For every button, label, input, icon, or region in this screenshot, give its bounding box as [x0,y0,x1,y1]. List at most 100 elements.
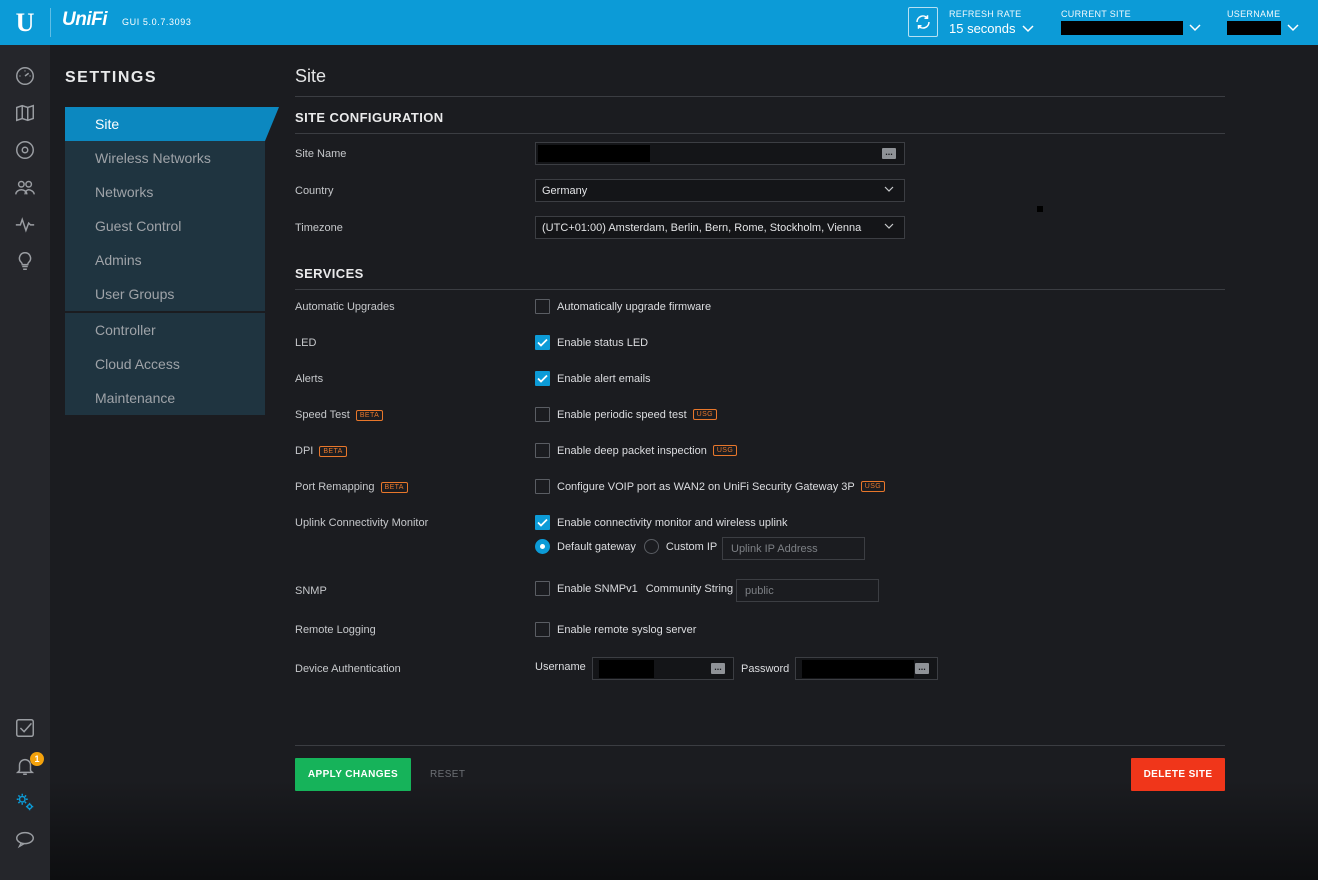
usg-badge: USG [860,481,886,492]
settings-item-guest-control[interactable]: Guest Control [65,209,265,243]
site-name-label: Site Name [295,148,347,160]
country-select[interactable]: Germany [535,179,905,202]
settings-title: SETTINGS [65,69,158,86]
user-menu[interactable]: USERNAME [1227,9,1299,35]
dashboard-icon[interactable] [13,64,37,88]
default-gateway-radio[interactable] [535,539,550,554]
reset-button[interactable]: RESET [430,769,465,780]
settings-item-wireless-networks[interactable]: Wireless Networks [65,141,265,175]
dpi-text: Enable deep packet inspection [557,444,707,457]
usg-badge: USG [692,409,718,420]
delete-site-button[interactable]: DELETE SITE [1131,758,1225,791]
snmp-label: SNMP [295,585,327,597]
chevron-down-icon [1189,24,1201,32]
port-remapping-checkbox[interactable] [535,479,550,494]
apply-changes-button[interactable]: APPLY CHANGES [295,758,411,791]
timezone-select[interactable]: (UTC+01:00) Amsterdam, Berlin, Bern, Rom… [535,216,905,239]
divider [295,96,1225,97]
settings-item-site[interactable]: Site [65,107,279,141]
current-site-selector[interactable]: CURRENT SITE [1061,9,1201,35]
port-remapping-label-text: Port Remapping [295,481,375,493]
divider [295,133,1225,134]
device-auth-label: Device Authentication [295,663,401,675]
community-string-label: Community String [645,582,734,595]
clients-icon[interactable] [13,175,37,199]
auto-upgrade-checkbox[interactable] [535,299,550,314]
uplink-mode-radios: Default gateway Custom IP [535,539,717,554]
more-options-icon[interactable]: ... [915,663,929,674]
statistics-icon[interactable] [13,212,37,236]
insights-icon[interactable] [13,249,37,273]
snmp-checkbox[interactable] [535,581,550,596]
country-value: Germany [542,184,588,197]
beta-badge: BETA [355,409,384,421]
site-name-value-redacted [538,145,650,162]
default-gateway-text: Default gateway [557,540,636,553]
settings-item-controller[interactable]: Controller [65,313,265,347]
artifact-mark [1037,206,1043,212]
more-options-icon[interactable]: ... [711,663,725,674]
dpi-option: Enable deep packet inspection USG [535,443,738,458]
speed-test-text: Enable periodic speed test [557,408,687,421]
events-icon[interactable] [13,716,37,740]
chat-icon[interactable] [13,827,37,851]
settings-item-maintenance[interactable]: Maintenance [65,381,265,415]
settings-item-networks[interactable]: Networks [65,175,265,209]
divider [295,745,1225,746]
led-label: LED [295,337,317,349]
remote-logging-option: Enable remote syslog server [535,622,696,637]
settings-item-cloud-access[interactable]: Cloud Access [65,347,265,381]
remote-logging-text: Enable remote syslog server [557,623,697,636]
settings-item-admins[interactable]: Admins [65,243,265,277]
more-options-icon[interactable]: ... [882,148,896,159]
port-remapping-label: Port Remapping BETA [295,481,408,493]
top-bar: U UniFi GUI 5.0.7.3093 REFRESH RATE 15 s… [0,0,1318,45]
uplink-monitor-option: Enable connectivity monitor and wireless… [535,515,788,530]
map-icon[interactable] [13,101,37,125]
beta-badge: BETA [319,445,347,457]
uplink-monitor-checkbox[interactable] [535,515,550,530]
brand-name: UniFi [62,9,108,30]
speed-test-label: Speed Test BETA [295,409,384,421]
chevron-down-icon [884,223,894,229]
alert-count-badge: 1 [30,752,44,766]
remote-logging-checkbox[interactable] [535,622,550,637]
country-label: Country [295,185,334,197]
dpi-label: DPI BETA [295,445,347,457]
port-remapping-option: Configure VOIP port as WAN2 on UniFi Sec… [535,479,886,494]
services-heading: SERVICES [295,266,364,281]
settings-icon[interactable] [13,790,37,814]
chevron-down-icon [1287,24,1299,32]
community-string-input[interactable]: public [736,579,879,602]
refresh-button[interactable] [908,7,938,37]
snmp-option: Enable SNMPv1 Community String [535,581,733,596]
settings-item-user-groups[interactable]: User Groups [65,277,265,311]
led-text: Enable status LED [557,336,649,349]
device-username-input[interactable]: ... [592,657,734,680]
auto-upgrades-label: Automatic Upgrades [295,301,395,313]
led-checkbox[interactable] [535,335,550,350]
checkmark-icon [537,518,548,527]
custom-ip-text: Custom IP [665,540,718,553]
site-name-input[interactable]: ... [535,142,905,165]
uplink-ip-input[interactable]: Uplink IP Address [722,537,865,560]
checkmark-icon [537,374,548,383]
snmp-text: Enable SNMPv1 [557,582,638,595]
dpi-checkbox[interactable] [535,443,550,458]
beta-badge: BETA [380,481,408,493]
refresh-rate-selector[interactable]: REFRESH RATE 15 seconds [949,9,1034,36]
alerts-checkbox[interactable] [535,371,550,386]
page-footer-shade [50,780,1318,880]
device-password-value-redacted [802,659,914,678]
timezone-value: (UTC+01:00) Amsterdam, Berlin, Bern, Rom… [542,221,862,234]
dpi-label-text: DPI [295,445,314,457]
devices-icon[interactable] [13,138,37,162]
checkmark-icon [537,338,548,347]
ubiquiti-logo-icon[interactable]: U [0,0,50,45]
auto-upgrade-text: Automatically upgrade firmware [557,300,712,313]
auto-upgrade-option: Automatically upgrade firmware [535,299,711,314]
custom-ip-radio[interactable] [643,539,659,554]
username-value-redacted [1227,21,1281,35]
device-password-input[interactable]: ... [795,657,938,680]
speed-test-checkbox[interactable] [535,407,550,422]
